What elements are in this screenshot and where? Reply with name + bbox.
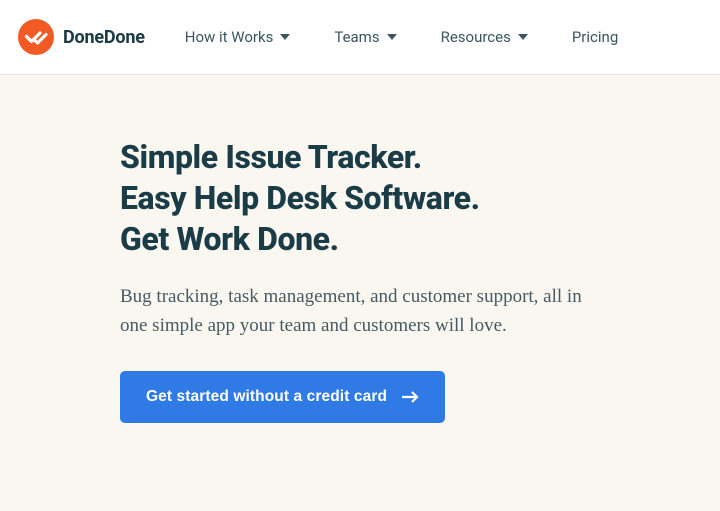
main-nav: How it Works Teams Resources Pricing	[185, 28, 619, 46]
get-started-button[interactable]: Get started without a credit card	[120, 371, 445, 423]
donedone-logo-icon	[18, 19, 54, 55]
hero-section: Simple Issue Tracker. Easy Help Desk Sof…	[0, 75, 720, 511]
chevron-down-icon	[518, 33, 528, 41]
nav-how-it-works[interactable]: How it Works	[185, 28, 291, 46]
headline-line-1: Simple Issue Tracker.	[120, 137, 600, 178]
headline-line-3: Get Work Done.	[120, 219, 600, 260]
arrow-right-icon	[401, 389, 419, 405]
nav-teams[interactable]: Teams	[334, 28, 396, 46]
chevron-down-icon	[280, 33, 290, 41]
brand-logo[interactable]: DoneDone	[18, 19, 145, 55]
chevron-down-icon	[387, 33, 397, 41]
nav-label: Teams	[334, 28, 379, 46]
hero-subtext: Bug tracking, task management, and custo…	[120, 282, 590, 341]
nav-label: Resources	[441, 28, 511, 46]
brand-name: DoneDone	[63, 27, 145, 48]
hero-headline: Simple Issue Tracker. Easy Help Desk Sof…	[120, 137, 600, 260]
cta-label: Get started without a credit card	[146, 388, 387, 406]
nav-pricing[interactable]: Pricing	[572, 28, 618, 46]
headline-line-2: Easy Help Desk Software.	[120, 178, 600, 219]
site-header: DoneDone How it Works Teams Resources Pr…	[0, 0, 720, 75]
nav-resources[interactable]: Resources	[441, 28, 528, 46]
nav-label: Pricing	[572, 28, 618, 46]
nav-label: How it Works	[185, 28, 274, 46]
